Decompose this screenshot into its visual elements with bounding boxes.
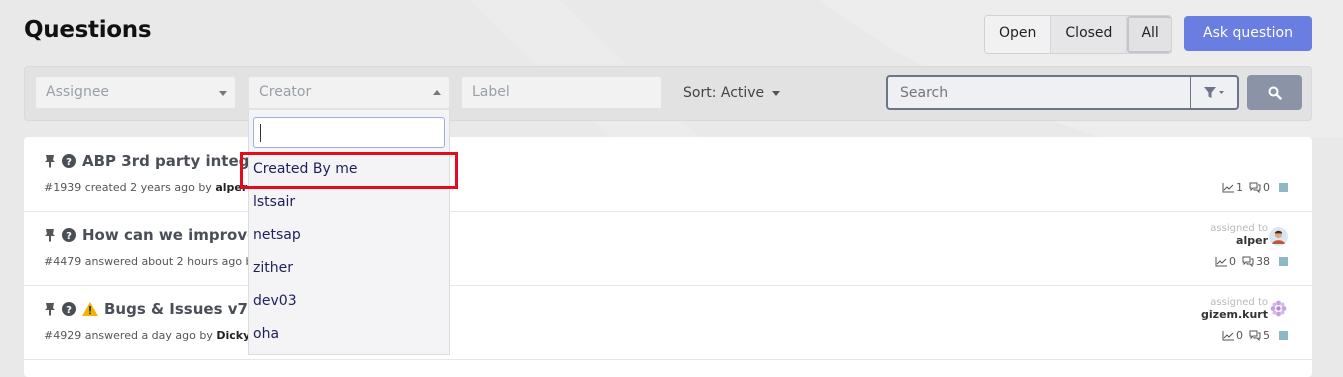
chevron-down-icon bbox=[219, 91, 227, 96]
creator-option[interactable]: dev03 bbox=[253, 293, 297, 309]
question-meta: #1939 created 2 years ago by alper bbox=[44, 181, 247, 194]
question-list: ? ABP 3rd party integra #1939 created 2 … bbox=[24, 137, 1312, 377]
svg-text:?: ? bbox=[66, 231, 72, 242]
category-tag bbox=[1279, 257, 1288, 266]
chart-line-icon bbox=[1222, 182, 1234, 192]
question-stats: 1 0 bbox=[1222, 181, 1288, 194]
question-title[interactable]: ? How can we improve bbox=[44, 226, 257, 244]
label-placeholder: Label bbox=[472, 84, 510, 100]
assignee-placeholder: Assignee bbox=[46, 84, 110, 100]
chart-line-icon bbox=[1215, 256, 1227, 266]
avatar[interactable] bbox=[1269, 227, 1288, 246]
assigned-label: assigned to bbox=[1210, 297, 1268, 308]
answers-count: 0 bbox=[1263, 181, 1270, 194]
pin-icon bbox=[45, 229, 55, 242]
search-icon bbox=[1268, 86, 1282, 100]
creator-search-input[interactable] bbox=[253, 117, 445, 148]
question-stats: 0 38 bbox=[1215, 255, 1288, 268]
question-row[interactable]: ? How can we improve #4479 answered abou… bbox=[24, 211, 1312, 286]
question-title[interactable]: ? Bugs & Issues v7.2. bbox=[44, 300, 270, 318]
category-tag bbox=[1279, 183, 1288, 192]
question-row[interactable]: ? ABP 3rd party integra #1939 created 2 … bbox=[24, 137, 1312, 212]
question-meta: #4929 answered a day ago by Dicky. bbox=[44, 329, 253, 342]
answers-stat: 38 bbox=[1242, 255, 1270, 268]
answers-stat: 0 bbox=[1249, 181, 1270, 194]
views-count: 0 bbox=[1236, 329, 1243, 342]
question-meta-text: #1939 created 2 years ago by bbox=[44, 181, 212, 194]
sort-dropdown[interactable]: Sort: Active bbox=[683, 85, 781, 101]
chevron-up-icon bbox=[433, 90, 441, 95]
views-stat: 0 bbox=[1215, 255, 1236, 268]
warning-icon bbox=[82, 302, 98, 316]
views-count: 1 bbox=[1236, 181, 1243, 194]
ask-question-button[interactable]: Ask question bbox=[1184, 16, 1312, 51]
status-open-button[interactable]: Open bbox=[985, 16, 1052, 53]
status-filter-group: Open Closed All bbox=[984, 15, 1172, 54]
avatar[interactable] bbox=[1269, 299, 1288, 318]
creator-dropdown-menu: Created By me lstsair netsap zither dev0… bbox=[248, 110, 450, 355]
question-title[interactable]: ? ABP 3rd party integra bbox=[44, 152, 267, 170]
svg-text:?: ? bbox=[66, 157, 72, 168]
assignee-name[interactable]: alper bbox=[1210, 234, 1268, 247]
question-meta-text: #4929 answered a day ago by bbox=[44, 329, 213, 342]
question-stats: 0 5 bbox=[1222, 329, 1288, 342]
creator-option[interactable]: lstsair bbox=[253, 194, 295, 210]
label-input[interactable]: Label bbox=[461, 76, 662, 109]
answers-stat: 5 bbox=[1249, 329, 1270, 342]
comments-icon bbox=[1242, 256, 1254, 267]
assigned-info: assigned to alper bbox=[1210, 223, 1268, 247]
assigned-label: assigned to bbox=[1210, 223, 1268, 234]
views-count: 0 bbox=[1229, 255, 1236, 268]
creator-option[interactable]: netsap bbox=[253, 227, 301, 243]
page-title: Questions bbox=[24, 17, 152, 43]
highlight-box bbox=[240, 152, 458, 189]
search-input[interactable] bbox=[888, 77, 1190, 108]
creator-placeholder: Creator bbox=[259, 84, 312, 100]
status-closed-button[interactable]: Closed bbox=[1051, 16, 1128, 53]
creator-option[interactable]: zither bbox=[253, 260, 293, 276]
filter-icon bbox=[1204, 86, 1224, 98]
views-stat: 0 bbox=[1222, 329, 1243, 342]
pin-icon bbox=[45, 303, 55, 316]
assigned-info: assigned to gizem.kurt bbox=[1201, 297, 1268, 321]
question-title-text: How can we improve bbox=[82, 226, 258, 244]
chevron-down-icon bbox=[772, 90, 781, 96]
question-circle-icon: ? bbox=[62, 154, 76, 168]
question-circle-icon: ? bbox=[62, 302, 76, 316]
views-stat: 1 bbox=[1222, 181, 1243, 194]
search-filter-toggle[interactable] bbox=[1190, 77, 1237, 108]
comments-icon bbox=[1249, 182, 1261, 193]
question-meta: #4479 answered about 2 hours ago b bbox=[44, 255, 253, 268]
answers-count: 38 bbox=[1256, 255, 1270, 268]
question-row[interactable]: ? Bugs & Issues v7.2. #4929 answered a d… bbox=[24, 285, 1312, 360]
status-all-button[interactable]: All bbox=[1127, 16, 1171, 53]
chart-line-icon bbox=[1222, 330, 1234, 340]
answers-count: 5 bbox=[1263, 329, 1270, 342]
creator-select[interactable]: Creator bbox=[248, 76, 450, 109]
svg-text:?: ? bbox=[66, 305, 72, 316]
sort-label: Sort: Active bbox=[683, 85, 765, 101]
comments-icon bbox=[1249, 330, 1261, 341]
creator-option[interactable]: oha bbox=[253, 326, 279, 342]
question-circle-icon: ? bbox=[62, 228, 76, 242]
search-button[interactable] bbox=[1247, 75, 1302, 110]
question-meta-text: #4479 answered about 2 hours ago b bbox=[44, 255, 253, 268]
search-box bbox=[886, 75, 1239, 110]
text-cursor bbox=[260, 124, 261, 142]
assignee-select[interactable]: Assignee bbox=[35, 76, 236, 109]
pin-icon bbox=[45, 155, 55, 168]
question-title-text: Bugs & Issues v7.2. bbox=[104, 300, 270, 318]
assignee-name[interactable]: gizem.kurt bbox=[1201, 308, 1268, 321]
category-tag bbox=[1279, 331, 1288, 340]
